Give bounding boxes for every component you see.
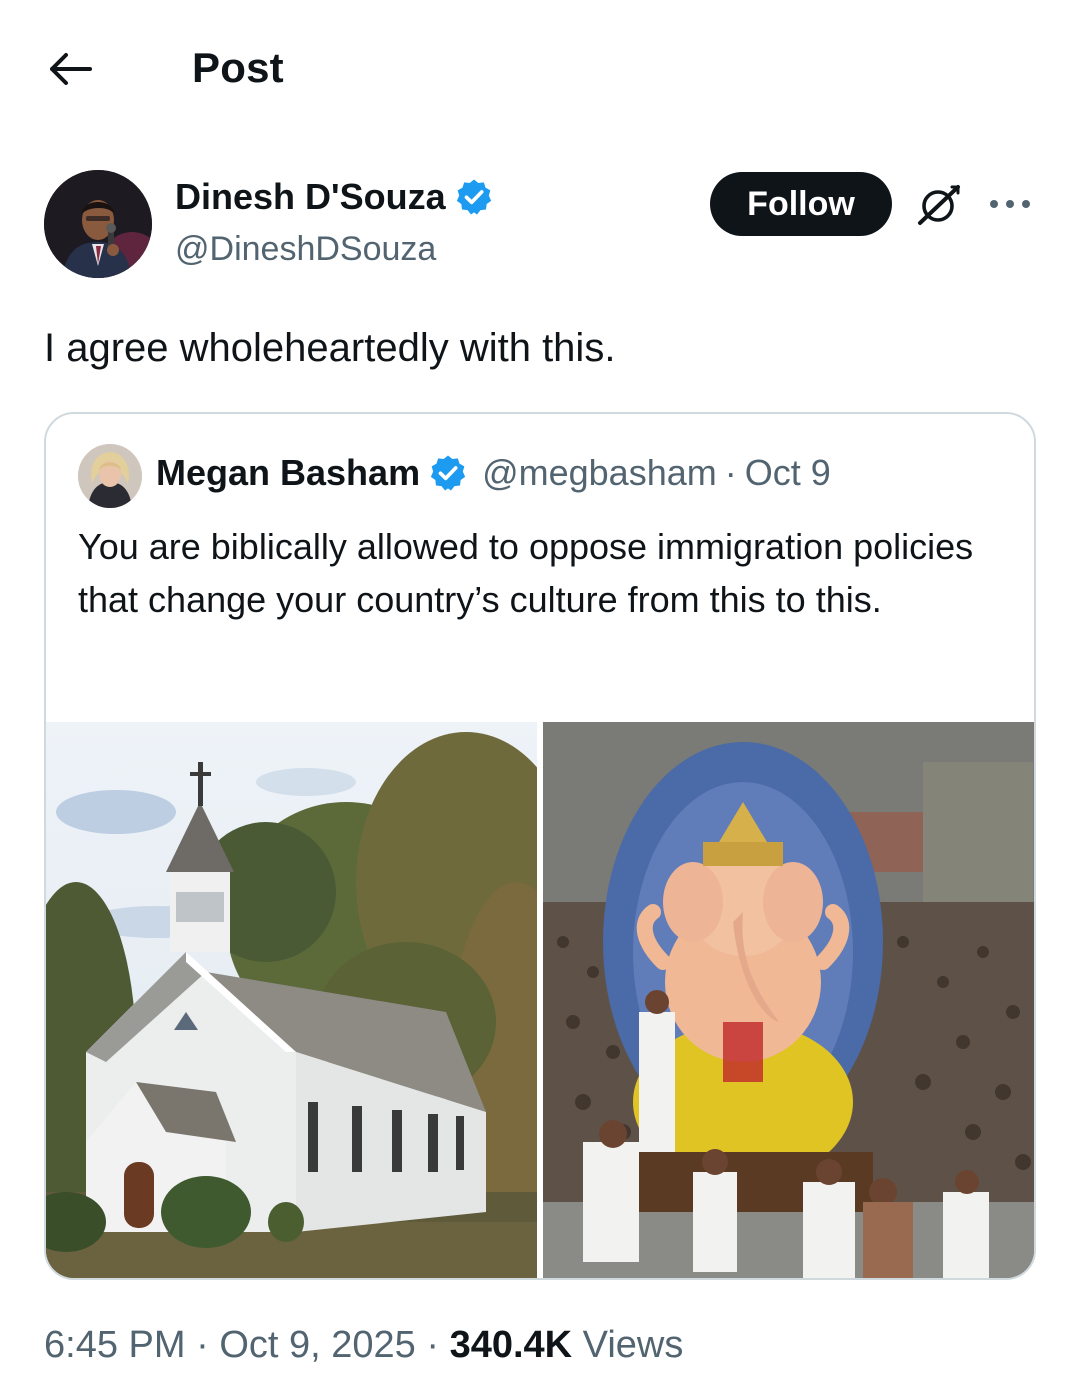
quoted-header: Megan Basham @megbasham · Oct 9 [156,452,831,494]
quoted-post-card[interactable]: Megan Basham @megbasham · Oct 9 You are … [44,412,1036,1280]
back-button[interactable] [44,46,96,92]
post-meta: 6:45 PM · Oct 9, 2025 · 340.4K Views [44,1324,683,1367]
separator-dot: · [196,1324,209,1366]
verified-badge-icon [430,455,466,491]
more-dots-icon [990,200,1030,208]
quoted-author-handle[interactable]: @megbasham [482,452,717,494]
post-time[interactable]: 6:45 PM [44,1324,186,1366]
post-text: I agree wholeheartedly with this. [44,326,616,370]
quoted-post-date[interactable]: Oct 9 [745,452,831,494]
quoted-author-name[interactable]: Megan Basham [156,452,420,494]
church-photo[interactable] [46,722,537,1278]
top-bar: Post [0,0,1080,140]
views-count[interactable]: 340.4K [450,1324,573,1366]
author-handle[interactable]: @DineshDSouza [175,230,436,269]
author-name[interactable]: Dinesh D'Souza [175,176,446,218]
quoted-author-avatar[interactable] [78,444,142,508]
author-avatar[interactable] [44,170,152,278]
ganesh-procession-photo[interactable] [543,722,1034,1278]
grok-button[interactable] [912,182,966,228]
verified-badge-icon [456,179,491,215]
quoted-post-text: You are biblically allowed to oppose imm… [78,526,974,620]
more-options-button[interactable] [986,186,1034,222]
views-label[interactable]: Views [583,1324,684,1366]
post-date[interactable]: Oct 9, 2025 [219,1324,415,1366]
page-title: Post [192,44,284,91]
grok-icon [918,185,960,225]
quoted-media-grid [46,722,1034,1278]
arrow-left-icon [50,53,92,85]
separator-dot: · [724,452,737,493]
separator-dot: · [426,1324,439,1366]
follow-button[interactable]: Follow [710,172,892,236]
author-name-row: Dinesh D'Souza [175,176,494,218]
